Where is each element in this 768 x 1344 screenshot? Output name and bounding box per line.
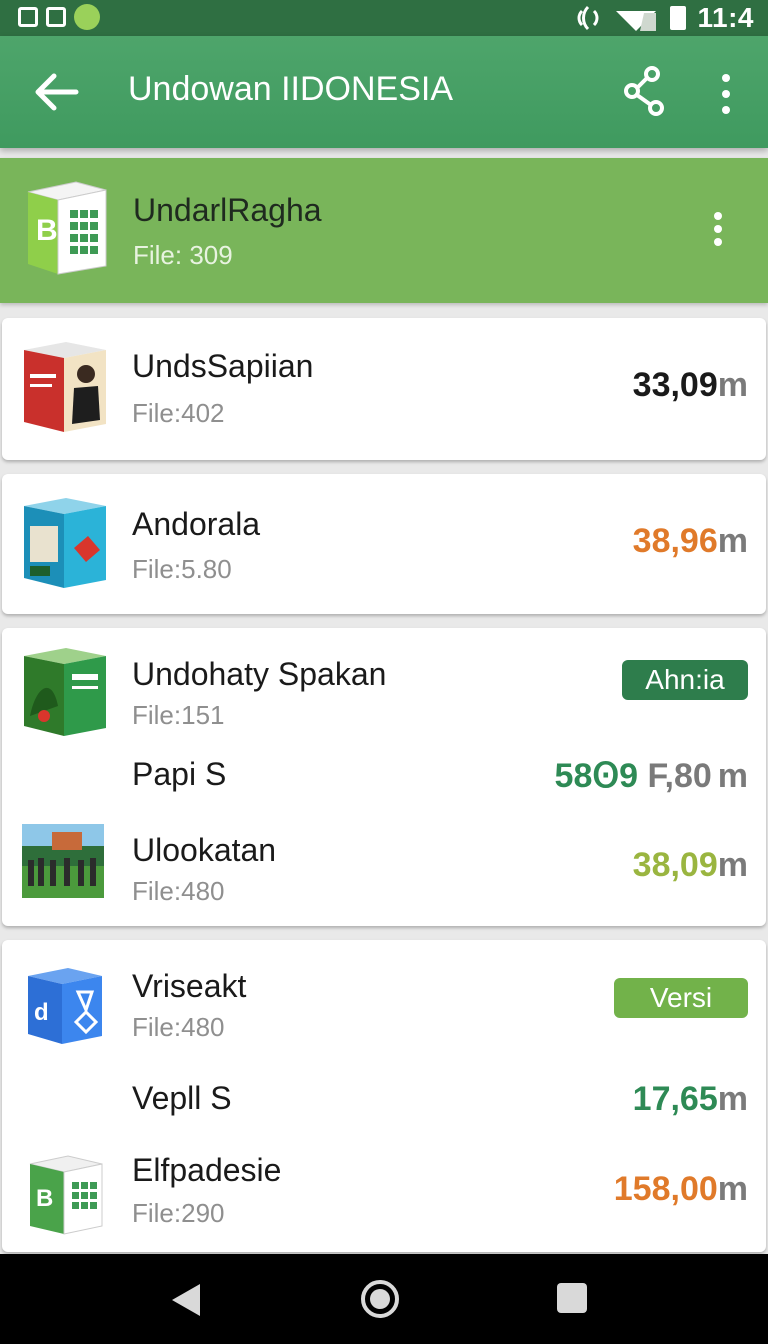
item-file-count: File:290	[132, 1198, 225, 1228]
list-item[interactable]: Andorala File:5.80 38,96m	[2, 474, 766, 614]
item-name: Vepll S	[132, 1080, 232, 1116]
item-name: Undohaty Spakan	[132, 656, 387, 692]
item-file-count: File:5.80	[132, 554, 232, 584]
item-size: 38,09m	[632, 846, 748, 884]
svg-text:B: B	[36, 1185, 53, 1212]
clock: 11:4	[697, 2, 754, 33]
app-notification-icon	[74, 4, 100, 30]
item-size: 58Ꙩ9 F,80 m	[554, 757, 748, 795]
spreadsheet-box-icon: B	[27, 181, 107, 275]
notification-icon	[18, 7, 38, 27]
document-box-icon: d	[28, 968, 102, 1044]
app-box-thumbnail	[24, 342, 106, 432]
item-name: UndsSapiian	[132, 348, 314, 384]
group-card: d Vriseakt File:480 Versi Vepll S 17,65m…	[2, 940, 766, 1252]
item-name: Vriseakt	[132, 968, 247, 1004]
item-name: Papi S	[132, 756, 227, 792]
battery-icon	[669, 6, 686, 30]
item-name: Elfpadesie	[132, 1152, 282, 1188]
item-size: 38,96m	[632, 522, 748, 560]
home-icon[interactable]	[361, 1280, 399, 1318]
app-box-thumbnail	[24, 648, 106, 736]
item-name: Ulookatan	[132, 832, 277, 868]
group-card: Undohaty Spakan File:151 Ahn:ia Papi S 5…	[2, 628, 766, 926]
app-bar: Undowan IIDONESIA	[0, 36, 768, 148]
featured-name: UndarlRagha	[133, 192, 322, 228]
signal-icon	[577, 5, 598, 31]
status-badge[interactable]: Ahn:ia	[622, 660, 748, 700]
back-arrow-icon[interactable]	[32, 70, 80, 114]
more-vert-icon[interactable]	[712, 74, 740, 114]
featured-more-icon[interactable]	[714, 212, 722, 246]
photo-thumbnail	[22, 824, 104, 898]
list-item[interactable]: UndsSapiian File:402 33,09m	[2, 318, 766, 460]
svg-text:d: d	[34, 999, 49, 1026]
recent-apps-icon[interactable]	[557, 1283, 587, 1313]
status-badge[interactable]: Versi	[614, 978, 748, 1018]
item-file-count: File:151	[132, 700, 225, 730]
featured-item[interactable]: B UndarlRagha File: 309	[0, 158, 768, 303]
svg-text:B: B	[36, 214, 58, 247]
item-name: Andorala	[132, 506, 261, 542]
page-title: Undowan IIDONESIA	[128, 70, 454, 108]
featured-file-count: File: 309	[133, 240, 233, 270]
status-bar: 11:4	[0, 0, 768, 36]
item-file-count: File:480	[132, 876, 225, 906]
item-size: 17,65m	[632, 1080, 748, 1118]
item-file-count: File:402	[132, 398, 225, 428]
wifi-icon	[615, 11, 656, 31]
system-nav-bar	[0, 1254, 768, 1344]
item-size: 158,00m	[613, 1170, 748, 1208]
notification-icon	[46, 7, 66, 27]
item-file-count: File:480	[132, 1012, 225, 1042]
app-box-thumbnail	[24, 498, 106, 588]
nav-back-icon[interactable]	[172, 1284, 200, 1316]
spreadsheet-box-icon: B	[29, 1155, 103, 1235]
share-icon[interactable]	[622, 66, 666, 116]
item-size: 33,09m	[632, 366, 748, 404]
